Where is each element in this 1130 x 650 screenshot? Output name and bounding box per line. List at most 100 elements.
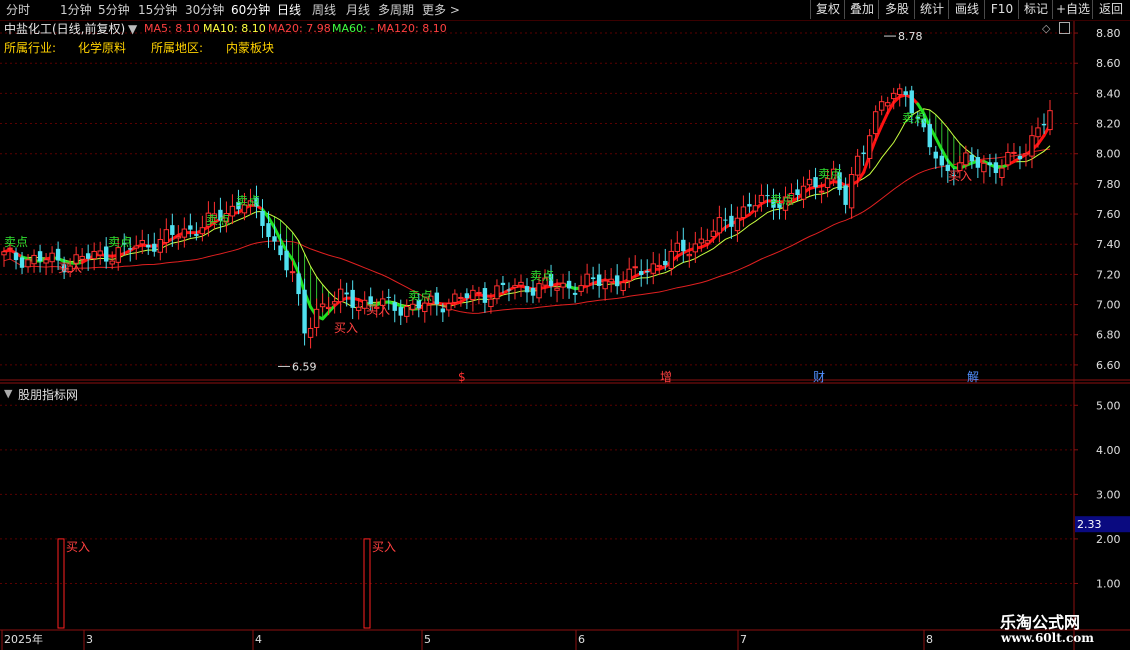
window-icon[interactable] (1059, 22, 1070, 34)
kline-chart[interactable]: 8.80 8.60 8.40 8.20 8.00 7.80 7.60 7.40 7.20 7.00… (0, 0, 1130, 650)
candle-body-up (1029, 135, 1035, 157)
ma60-label: MA60: - (332, 22, 375, 35)
candle-body-up (313, 308, 320, 328)
candle-body-down (13, 252, 19, 261)
candle-body-up (1011, 151, 1017, 154)
multi-stock-button[interactable]: 多股 (878, 0, 915, 19)
period-tab-more[interactable]: 更多 > (422, 2, 460, 18)
candle-body-down (500, 282, 506, 286)
period-tab-15min[interactable]: 15分钟 (138, 2, 177, 18)
draw-line-button[interactable]: 画线 (948, 0, 985, 19)
candle-body-down (909, 90, 914, 114)
period-tab-monthly[interactable]: 月线 (346, 2, 370, 18)
overlay-button[interactable]: 叠加 (844, 0, 879, 19)
candle-body-up (872, 111, 879, 135)
candle-body-down (933, 151, 938, 159)
sell-signal-label: 卖点 (818, 167, 842, 181)
candle-body-down (37, 251, 43, 262)
current-value-label: 2.33 (1077, 518, 1102, 531)
candle-body-down (843, 185, 848, 205)
period-tab-multi[interactable]: 多周期 (378, 2, 414, 18)
watermark-title: 乐淘公式网 (1000, 613, 1081, 632)
back-button[interactable]: 返回 (1092, 0, 1129, 19)
candle-body-up (337, 288, 344, 303)
candle-body-up (981, 162, 987, 173)
period-tab-daily[interactable]: 日线 (277, 2, 301, 18)
period-tab-5min[interactable]: 5分钟 (98, 2, 130, 18)
candle-body-down (572, 292, 578, 295)
candle-body-down (663, 260, 668, 266)
sell-signal-label: 卖点 (4, 235, 28, 249)
candle-body-up (692, 243, 699, 253)
date-label: 5 (424, 633, 431, 646)
candle-body-up (897, 88, 903, 96)
price-tick-label: 6.60 (1096, 359, 1121, 372)
period-tab-weekly[interactable]: 周线 (312, 2, 336, 18)
buy-signal-label: 买入 (58, 261, 82, 275)
period-tab-intraday[interactable]: 分时 (6, 2, 30, 18)
candle-body-up (884, 102, 891, 107)
candle-body-up (43, 259, 49, 264)
diamond-icon[interactable]: ◇ (1042, 22, 1050, 35)
period-tab-30min[interactable]: 30分钟 (185, 2, 224, 18)
candle-body-up (458, 296, 464, 299)
period-tab-60min[interactable]: 60分钟 (231, 2, 270, 18)
candle-body-up (584, 273, 590, 287)
candle-body-up (181, 228, 188, 238)
candle-body-up (999, 167, 1005, 179)
sell-signal-label: 卖点 (108, 235, 132, 249)
candle-body-up (878, 101, 885, 111)
date-label: 2025年 (4, 632, 43, 646)
price-tick-label: 7.40 (1096, 238, 1121, 251)
candle-body-up (1035, 127, 1041, 138)
candle-body-down (993, 162, 999, 174)
f10-button[interactable]: F10 (984, 0, 1019, 19)
candle-body-up (109, 260, 115, 265)
watermark-url: www.60lt.com (1001, 631, 1094, 645)
statistics-button[interactable]: 统计 (914, 0, 949, 19)
candle-body-up (79, 255, 85, 260)
candle-body-up (963, 152, 969, 166)
date-label: 4 (255, 633, 262, 646)
candle-body-up (752, 205, 759, 212)
candle-body-up (656, 264, 662, 268)
mark-button[interactable]: 标记 (1018, 0, 1053, 19)
restore-rights-button[interactable]: 复权 (810, 0, 845, 19)
event-marker: 解 (967, 370, 979, 384)
candle-body-down (272, 236, 277, 242)
region-label: 所属地区: (151, 41, 204, 55)
region-value: 内蒙板块 (226, 41, 275, 55)
candle-body-down (645, 271, 650, 273)
indicator-settings-icon[interactable]: ▼ (4, 387, 12, 400)
period-tab-1min[interactable]: 1分钟 (60, 2, 92, 18)
candle-body-down (152, 243, 157, 252)
candle-body-up (608, 278, 614, 283)
candle-body-down (284, 250, 289, 271)
candle-body-down (506, 289, 512, 291)
candle-body-down (344, 292, 349, 295)
candle-body-up (446, 303, 452, 311)
candle-body-up (229, 205, 236, 217)
candle-body-down (296, 273, 301, 295)
high-price-label: 8.78 (898, 30, 923, 43)
sell-signal-label: 卖点 (530, 269, 554, 283)
indicator-tick-label: 4.00 (1096, 444, 1121, 457)
candle-body-down (596, 274, 602, 286)
candle-body-up (404, 305, 410, 317)
candle-body-up (422, 302, 428, 313)
sell-signal-label: 卖点 (206, 213, 230, 227)
dropdown-icon[interactable]: ▼ (128, 20, 137, 38)
event-marker: $ (458, 370, 466, 384)
candle-body-up (157, 239, 163, 253)
ma-fast-falling (291, 258, 301, 275)
indicator-tick-label: 2.00 (1096, 533, 1121, 546)
candle-body-down (278, 245, 283, 256)
add-watchlist-button[interactable]: +自选 (1052, 0, 1093, 19)
candle-body-up (626, 268, 632, 282)
candle-body-up (452, 293, 458, 303)
candle-body-down (85, 253, 91, 259)
candle-body-down (729, 215, 734, 227)
candle-body-up (139, 239, 145, 245)
event-marker: 增 (660, 370, 672, 384)
candle-body-up (891, 92, 897, 100)
